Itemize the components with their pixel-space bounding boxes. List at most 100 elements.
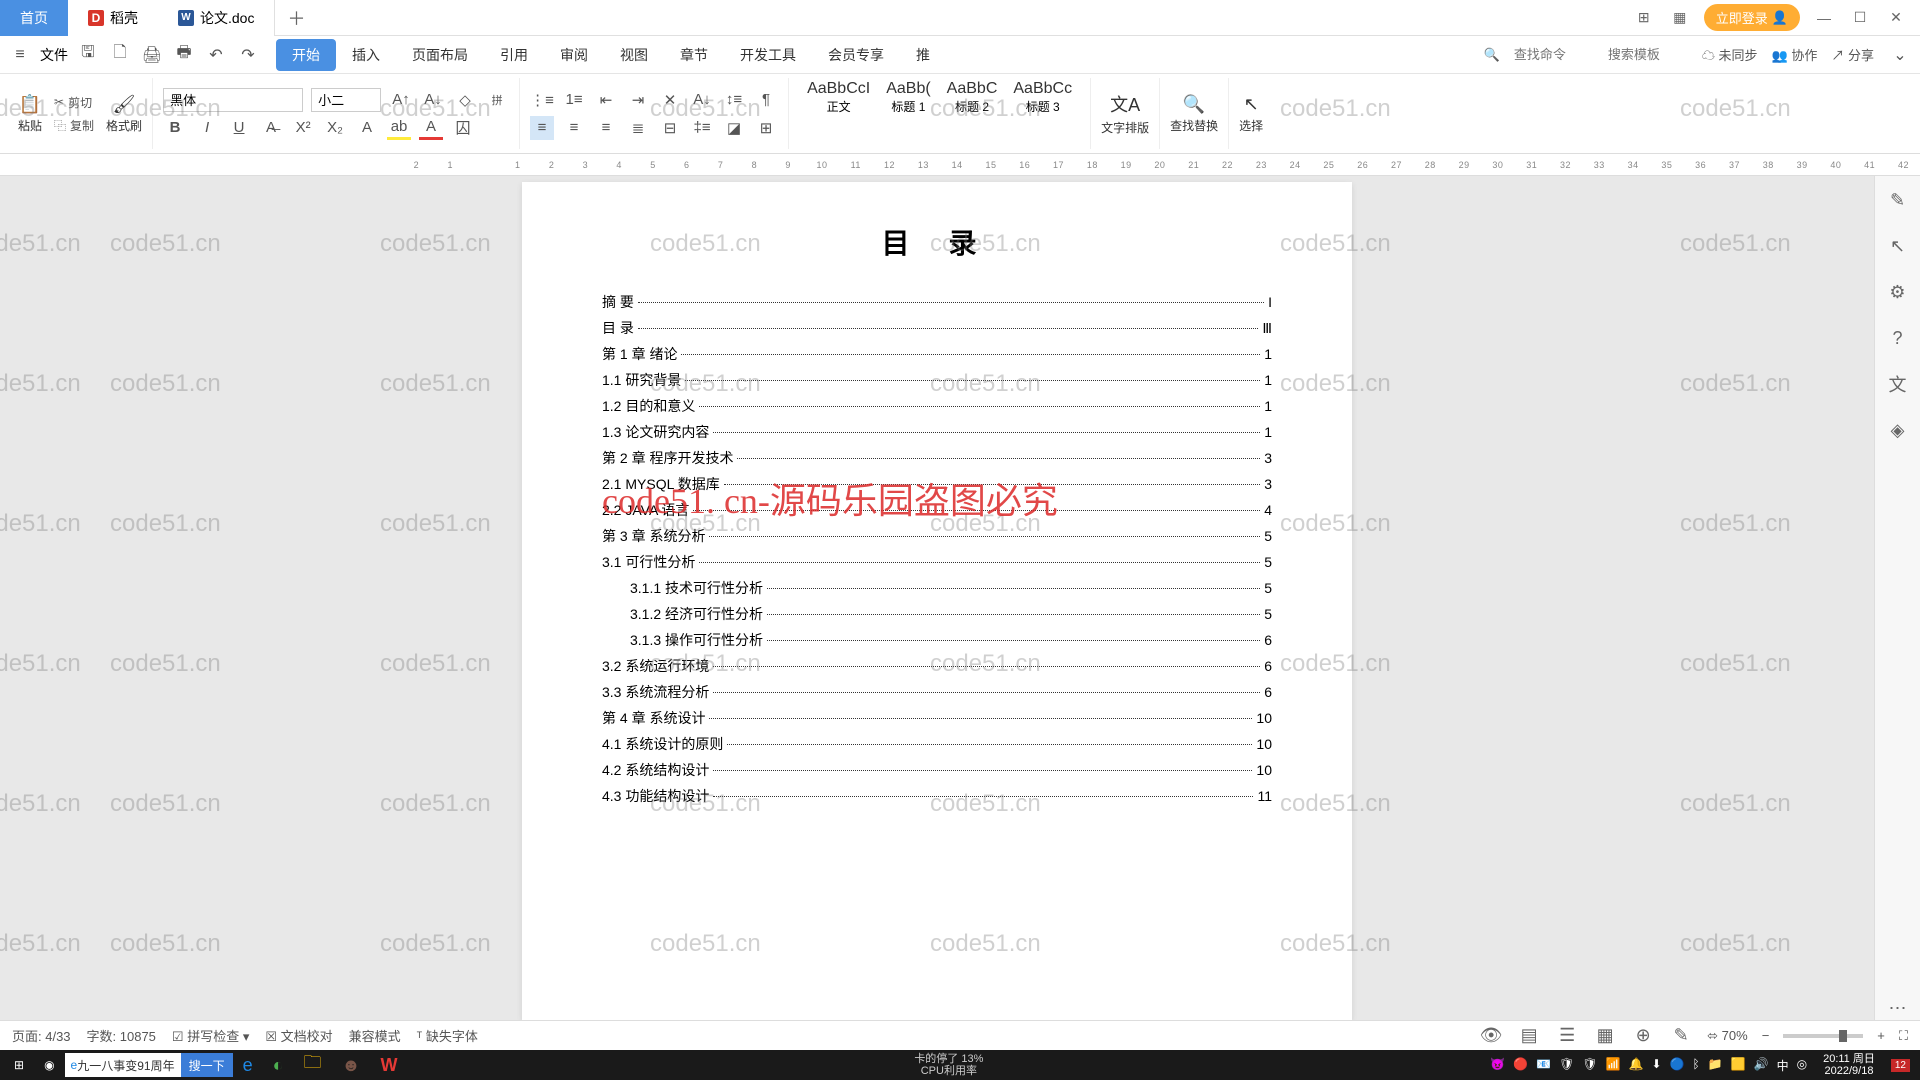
copilot-icon[interactable]: ◉ bbox=[34, 1050, 64, 1080]
read-view-icon[interactable]: ⊕ bbox=[1631, 1024, 1655, 1048]
menu-tab-6[interactable]: 章节 bbox=[664, 39, 724, 71]
app1-icon[interactable]: ◐ bbox=[263, 1050, 294, 1080]
pen-icon[interactable]: ✎ bbox=[1886, 188, 1910, 212]
style-标题 3[interactable]: AaBbCc标题 3 bbox=[1005, 78, 1080, 149]
find-replace-button[interactable]: 🔍查找替换 bbox=[1170, 94, 1218, 134]
zoom-slider[interactable] bbox=[1783, 1034, 1863, 1038]
tray-icon[interactable]: 🟨 bbox=[1731, 1057, 1746, 1074]
numbering-button[interactable]: 1≡ bbox=[562, 88, 586, 112]
web-view-icon[interactable]: ▦ bbox=[1593, 1024, 1617, 1048]
clear-format-icon[interactable]: ◇ bbox=[453, 88, 477, 112]
taskbar-clock[interactable]: 20:11 周日2022/9/18 bbox=[1817, 1053, 1881, 1077]
more-icon[interactable]: ⋯ bbox=[1886, 996, 1910, 1020]
format-painter-button[interactable]: 🖌格式刷 bbox=[106, 94, 142, 134]
notification-icon[interactable]: 🔔 bbox=[1629, 1057, 1644, 1074]
tray-icon[interactable]: ◎ bbox=[1797, 1057, 1807, 1074]
caret-down-icon[interactable]: ⌄ bbox=[1888, 43, 1912, 67]
app2-icon[interactable]: ☻ bbox=[332, 1050, 371, 1080]
char-border-button[interactable]: 囚 bbox=[451, 116, 475, 140]
highlight-button[interactable]: ab bbox=[387, 116, 411, 140]
superscript-button[interactable]: X² bbox=[291, 116, 315, 140]
missing-font[interactable]: ᵀ 缺失字体 bbox=[417, 1026, 478, 1045]
decrease-indent-button[interactable]: ⇤ bbox=[594, 88, 618, 112]
collab-button[interactable]: 👥 协作 bbox=[1772, 45, 1818, 64]
cpu-monitor[interactable]: 卡的停了 13% CPU利用率 bbox=[906, 1053, 991, 1077]
menu-hamburger-icon[interactable]: ≡ bbox=[8, 43, 32, 67]
tab-docer[interactable]: D稻壳 bbox=[68, 0, 158, 36]
increase-font-icon[interactable]: A↑ bbox=[389, 88, 413, 112]
style-标题 1[interactable]: AaBb(标题 1 bbox=[878, 78, 938, 149]
explorer-icon[interactable]: 🗀 bbox=[294, 1050, 332, 1080]
bluetooth-icon[interactable]: ᛒ bbox=[1693, 1057, 1700, 1074]
tray-icon[interactable]: 🛡 bbox=[1559, 1057, 1574, 1074]
borders-button[interactable]: ⊞ bbox=[754, 116, 778, 140]
search-template-input[interactable] bbox=[1608, 47, 1688, 62]
zoom-out-button[interactable]: − bbox=[1762, 1028, 1770, 1043]
distribute-button[interactable]: ⊟ bbox=[658, 116, 682, 140]
proofread-button[interactable]: ☒ 文档校对 bbox=[265, 1026, 332, 1045]
ai-icon[interactable]: ◈ bbox=[1886, 418, 1910, 442]
line-spacing-button[interactable]: ↕≡ bbox=[722, 88, 746, 112]
wps-icon[interactable]: W bbox=[370, 1050, 407, 1080]
phonetic-icon[interactable]: 拼 bbox=[485, 88, 509, 112]
ime-indicator[interactable]: 中 bbox=[1777, 1057, 1789, 1074]
search-command-input[interactable] bbox=[1514, 47, 1594, 62]
italic-button[interactable]: I bbox=[195, 116, 219, 140]
text-effects-button[interactable]: A bbox=[355, 116, 379, 140]
tray-icon[interactable]: 🔵 bbox=[1670, 1057, 1685, 1074]
tray-icon[interactable]: ⬇ bbox=[1652, 1057, 1662, 1074]
subscript-button[interactable]: X₂ bbox=[323, 116, 347, 140]
tab-add[interactable]: ＋ bbox=[275, 5, 317, 31]
minimize-button[interactable]: — bbox=[1812, 6, 1836, 30]
word-count[interactable]: 字数: 10875 bbox=[87, 1026, 156, 1045]
style-标题 2[interactable]: AaBbC标题 2 bbox=[939, 78, 1006, 149]
menu-tab-5[interactable]: 视图 bbox=[604, 39, 664, 71]
settings-icon[interactable]: ⚙ bbox=[1886, 280, 1910, 304]
align-center-button[interactable]: ≡ bbox=[562, 116, 586, 140]
strike-button[interactable]: A̶ bbox=[259, 116, 283, 140]
tray-icon[interactable]: 😈 bbox=[1490, 1057, 1505, 1074]
share-button[interactable]: ↗ 分享 bbox=[1831, 45, 1874, 64]
menu-tab-0[interactable]: 开始 bbox=[276, 39, 336, 71]
cut-button[interactable]: ✂剪切 bbox=[50, 92, 98, 113]
style-正文[interactable]: AaBbCcI正文 bbox=[799, 78, 878, 149]
tray-icon[interactable]: 🔴 bbox=[1513, 1057, 1528, 1074]
increase-indent-button[interactable]: ⇥ bbox=[626, 88, 650, 112]
annotate-icon[interactable]: ✎ bbox=[1669, 1024, 1693, 1048]
asian-layout-button[interactable]: ✕ bbox=[658, 88, 682, 112]
save-as-icon[interactable]: 🗋 bbox=[108, 43, 132, 67]
print-icon[interactable]: 🖨 bbox=[140, 43, 164, 67]
paste-button[interactable]: 📋粘贴 bbox=[18, 94, 42, 134]
translate-icon[interactable]: 文 bbox=[1886, 372, 1910, 396]
zoom-in-button[interactable]: + bbox=[1877, 1028, 1885, 1043]
close-button[interactable]: ✕ bbox=[1884, 6, 1908, 30]
taskbar-search[interactable]: e 九一八事变91周年 bbox=[65, 1053, 181, 1077]
redo-icon[interactable]: ↷ bbox=[236, 43, 260, 67]
menu-tab-8[interactable]: 会员专享 bbox=[812, 39, 900, 71]
volume-icon[interactable]: 🔊 bbox=[1754, 1057, 1769, 1074]
bullets-button[interactable]: ⋮≡ bbox=[530, 88, 554, 112]
login-button[interactable]: 立即登录👤 bbox=[1704, 4, 1800, 31]
tab-home[interactable]: 首页 bbox=[0, 0, 68, 36]
underline-button[interactable]: U bbox=[227, 116, 251, 140]
tab-document[interactable]: W论文.doc bbox=[158, 0, 275, 36]
file-menu[interactable]: 文件 bbox=[40, 45, 68, 65]
spell-check-toggle[interactable]: ☑ 拼写检查 ▾ bbox=[172, 1026, 249, 1045]
pointer-icon[interactable]: ↖ bbox=[1886, 234, 1910, 258]
align-right-button[interactable]: ≡ bbox=[594, 116, 618, 140]
decrease-font-icon[interactable]: A↓ bbox=[421, 88, 445, 112]
help-icon[interactable]: ? bbox=[1886, 326, 1910, 350]
menu-tab-1[interactable]: 插入 bbox=[336, 39, 396, 71]
sort-button[interactable]: A↓ bbox=[690, 88, 714, 112]
select-button[interactable]: ↖选择 bbox=[1239, 94, 1263, 134]
wifi-icon[interactable]: 📶 bbox=[1606, 1057, 1621, 1074]
taskbar-search-button[interactable]: 搜一下 bbox=[181, 1053, 233, 1077]
tray-icon[interactable]: 📧 bbox=[1536, 1057, 1551, 1074]
font-color-button[interactable]: A bbox=[419, 116, 443, 140]
grid-icon[interactable]: ▦ bbox=[1668, 6, 1692, 30]
menu-tab-2[interactable]: 页面布局 bbox=[396, 39, 484, 71]
menu-tab-4[interactable]: 审阅 bbox=[544, 39, 604, 71]
page-indicator[interactable]: 页面: 4/33 bbox=[12, 1026, 71, 1045]
menu-tab-3[interactable]: 引用 bbox=[484, 39, 544, 71]
print-preview-icon[interactable]: 🖶 bbox=[172, 43, 196, 67]
